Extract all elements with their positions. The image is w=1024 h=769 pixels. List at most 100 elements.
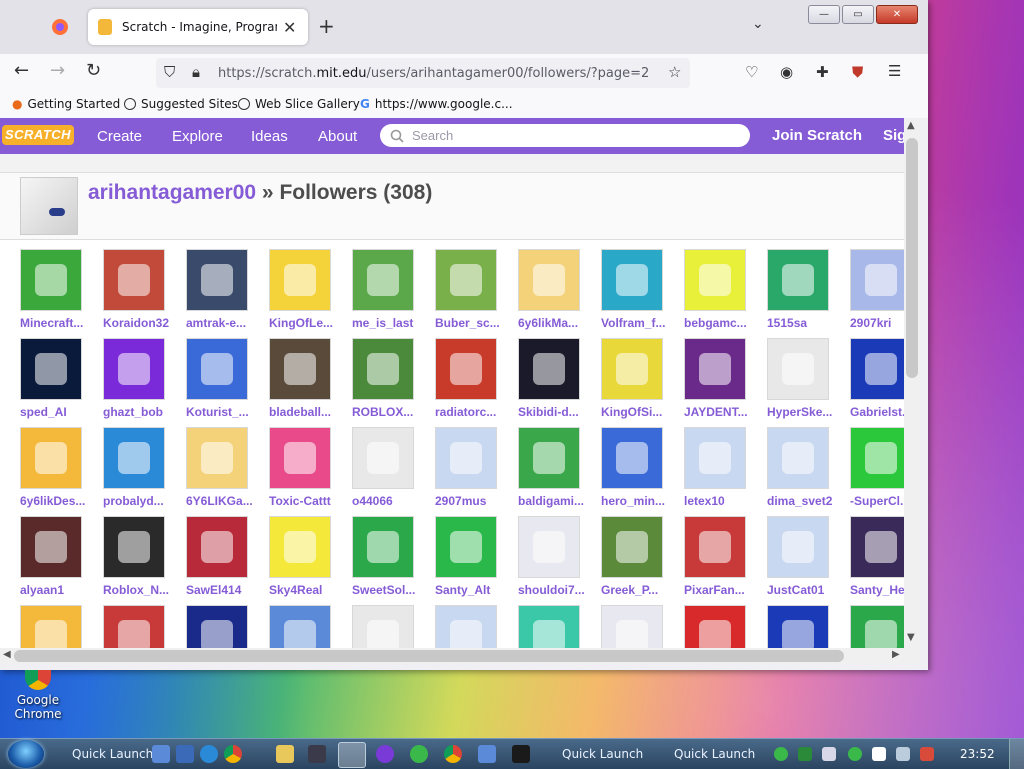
follower-username[interactable]: KingOfLe... <box>269 316 337 330</box>
follower-card[interactable] <box>435 605 505 648</box>
follower-card[interactable]: KingOfSi... <box>601 338 671 419</box>
follower-card[interactable]: Santy_Alt <box>435 516 505 597</box>
follower-avatar[interactable] <box>435 605 497 648</box>
nav-explore[interactable]: Explore <box>172 128 223 145</box>
follower-card[interactable]: shouldoi7... <box>518 516 588 597</box>
follower-avatar[interactable] <box>435 249 497 311</box>
follower-username[interactable]: bebgamc... <box>684 316 752 330</box>
follower-card[interactable]: bebgamc... <box>684 249 754 330</box>
url-text[interactable]: https://scratch.mit.edu/users/arihantaga… <box>218 66 649 81</box>
follower-avatar[interactable] <box>601 516 663 578</box>
follower-username[interactable]: Sky4Real <box>269 583 337 597</box>
ublock-icon[interactable]: ⛊ <box>852 63 863 81</box>
follower-card[interactable] <box>20 605 90 648</box>
follower-avatar[interactable] <box>20 338 82 400</box>
reload-icon[interactable]: ↻ <box>86 60 101 81</box>
follower-card[interactable]: SawEl414 <box>186 516 256 597</box>
chrome-icon[interactable] <box>444 745 462 763</box>
follower-username[interactable]: letex10 <box>684 494 752 508</box>
follower-avatar[interactable] <box>186 249 248 311</box>
follower-avatar[interactable] <box>684 605 746 648</box>
follower-avatar[interactable] <box>186 427 248 489</box>
follower-avatar[interactable] <box>767 516 829 578</box>
follower-avatar[interactable] <box>269 605 331 648</box>
follower-username[interactable]: Toxic-Cattt <box>269 494 337 508</box>
follower-card[interactable]: radiatorc... <box>435 338 505 419</box>
follower-username[interactable]: Greek_P... <box>601 583 669 597</box>
bookmark-web-slice-gallery[interactable]: Web Slice Gallery <box>238 97 360 111</box>
show-desktop-icon[interactable] <box>152 745 170 763</box>
follower-avatar[interactable] <box>850 605 912 648</box>
follower-username[interactable]: radiatorc... <box>435 405 503 419</box>
follower-card[interactable]: ghazt_bob <box>103 338 173 419</box>
follower-avatar[interactable] <box>352 605 414 648</box>
follower-username[interactable]: Volfram_f... <box>601 316 669 330</box>
follower-avatar[interactable] <box>103 605 165 648</box>
follower-username[interactable]: ROBLOX... <box>352 405 420 419</box>
follower-avatar[interactable] <box>601 605 663 648</box>
quick-launch-label[interactable]: Quick Launch <box>72 747 153 761</box>
clock[interactable]: 23:52 <box>960 747 995 761</box>
tray-doc-icon[interactable] <box>822 747 836 761</box>
follower-card[interactable]: letex10 <box>684 427 754 508</box>
follower-avatar[interactable] <box>435 516 497 578</box>
follower-card[interactable]: Toxic-Cattt <box>269 427 339 508</box>
follower-avatar[interactable] <box>20 516 82 578</box>
follower-card[interactable]: KingOfLe... <box>269 249 339 330</box>
tray-app-icon[interactable] <box>798 747 812 761</box>
volume-muted-icon[interactable] <box>920 747 934 761</box>
scroll-up-icon[interactable]: ▲ <box>907 120 915 131</box>
follower-card[interactable]: o44066 <box>352 427 422 508</box>
list-tabs-button[interactable]: ⌄ <box>752 16 764 32</box>
globe-icon[interactable] <box>410 745 428 763</box>
follower-avatar[interactable] <box>20 427 82 489</box>
follower-username[interactable]: bladeball... <box>269 405 337 419</box>
chrome-icon[interactable] <box>224 745 242 763</box>
follower-card[interactable] <box>103 605 173 648</box>
scroll-down-icon[interactable]: ▼ <box>907 632 915 643</box>
follower-avatar[interactable] <box>435 427 497 489</box>
quick-launch-label[interactable]: Quick Launch <box>562 747 643 761</box>
close-window-button[interactable]: ✕ <box>876 5 918 24</box>
follower-card[interactable]: me_is_last <box>352 249 422 330</box>
flag-icon[interactable] <box>872 747 886 761</box>
follower-avatar[interactable] <box>767 427 829 489</box>
follower-avatar[interactable] <box>850 516 912 578</box>
follower-username[interactable]: Skibidi-d... <box>518 405 586 419</box>
desktop-icon-google-chrome[interactable]: Google Chrome <box>10 670 66 721</box>
tray-security-icon[interactable] <box>848 747 862 761</box>
follower-username[interactable]: JustCat01 <box>767 583 835 597</box>
follower-username[interactable]: Koraidon32 <box>103 316 171 330</box>
follower-avatar[interactable] <box>518 516 580 578</box>
nav-ideas[interactable]: Ideas <box>251 128 288 145</box>
follower-card[interactable]: SweetSol... <box>352 516 422 597</box>
follower-card[interactable]: Skibidi-d... <box>518 338 588 419</box>
follower-avatar[interactable] <box>684 338 746 400</box>
follower-username[interactable]: SweetSol... <box>352 583 420 597</box>
follower-username[interactable]: probalyd... <box>103 494 171 508</box>
media-icon[interactable] <box>308 745 326 763</box>
nav-create[interactable]: Create <box>97 128 142 145</box>
follower-card[interactable]: ROBLOX... <box>352 338 422 419</box>
follower-avatar[interactable] <box>767 338 829 400</box>
join-scratch-link[interactable]: Join Scratch <box>772 127 862 144</box>
firefox-taskbar-button[interactable] <box>338 742 366 768</box>
follower-avatar[interactable] <box>518 249 580 311</box>
follower-card[interactable]: amtrak-e... <box>186 249 256 330</box>
follower-username[interactable]: baldigami... <box>518 494 586 508</box>
follower-card[interactable] <box>601 605 671 648</box>
follower-card[interactable]: probalyd... <box>103 427 173 508</box>
horizontal-scrollbar[interactable]: ◀ ▶ <box>0 648 920 664</box>
follower-avatar[interactable] <box>352 427 414 489</box>
follower-card[interactable]: PixarFan... <box>684 516 754 597</box>
follower-card[interactable]: HyperSke... <box>767 338 837 419</box>
new-tab-button[interactable]: + <box>318 14 335 38</box>
follower-avatar[interactable] <box>186 338 248 400</box>
follower-card[interactable]: hero_min... <box>601 427 671 508</box>
scroll-right-icon[interactable]: ▶ <box>892 649 900 660</box>
network-icon[interactable] <box>478 745 496 763</box>
follower-card[interactable]: Buber_sc... <box>435 249 505 330</box>
follower-username[interactable]: Santy_Alt <box>435 583 503 597</box>
lock-icon[interactable]: 🔒︎ <box>192 63 200 81</box>
follower-avatar[interactable] <box>20 249 82 311</box>
